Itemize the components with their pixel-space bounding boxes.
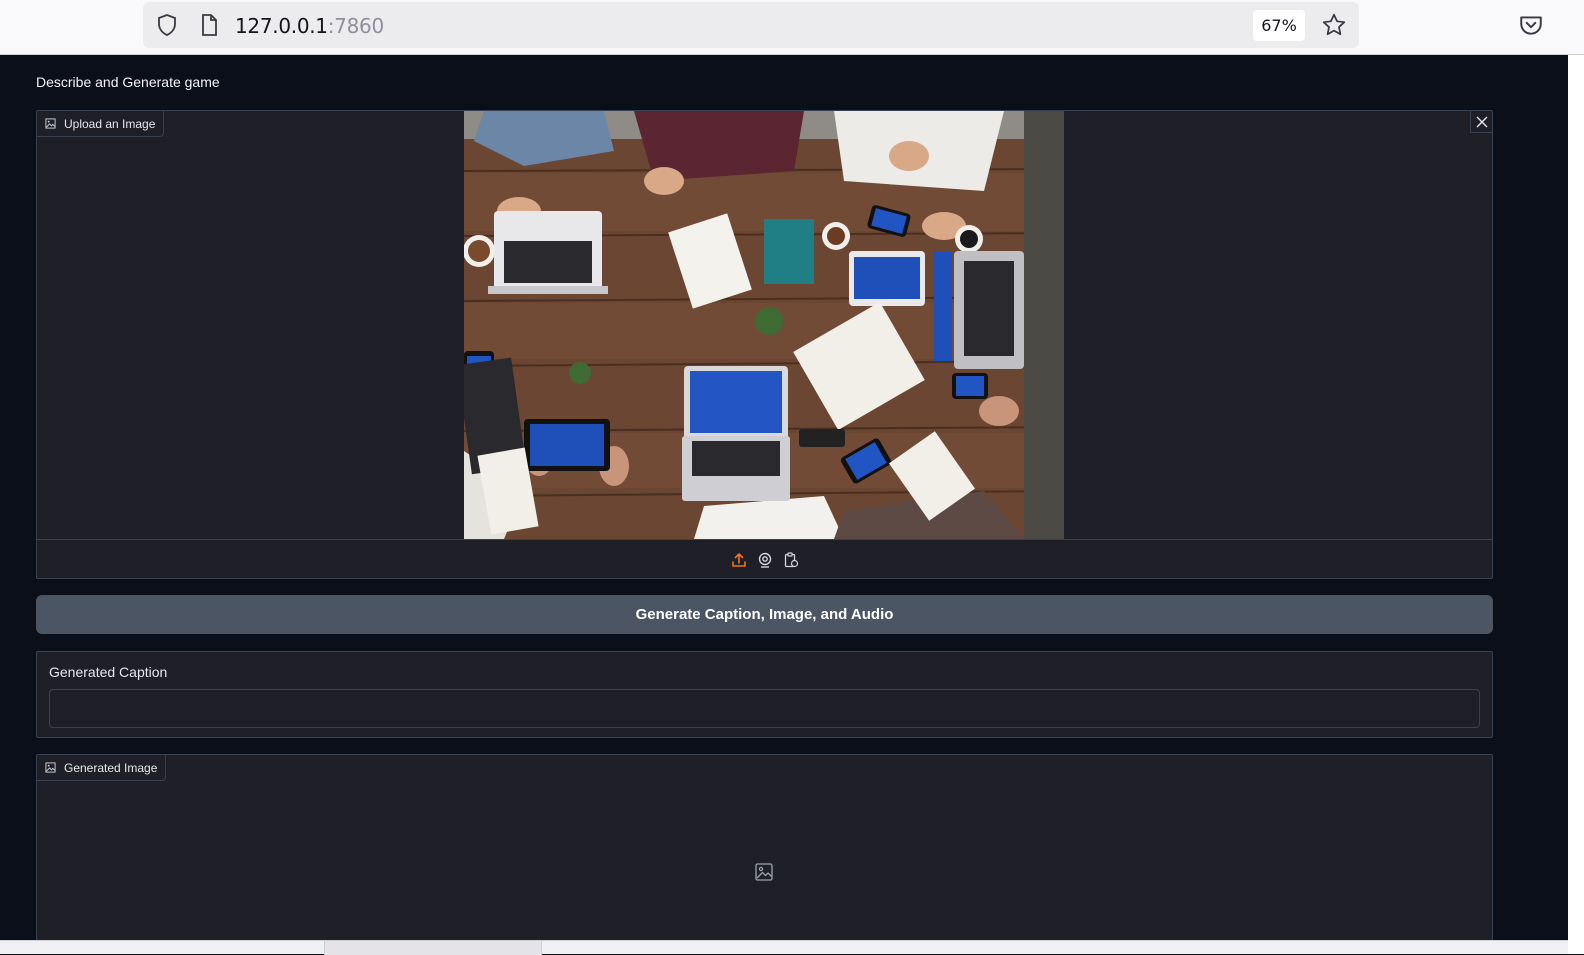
clipboard-icon	[784, 551, 798, 567]
image-source-toolbar	[37, 539, 1492, 579]
page-content: Describe and Generate game Upload an Ima…	[0, 55, 1568, 954]
upload-image-panel[interactable]: Upload an Image	[36, 110, 1493, 579]
image-icon	[45, 118, 56, 129]
page-title: Describe and Generate game	[36, 74, 220, 90]
url-bar[interactable]: 127.0.0.1:7860 67%	[143, 2, 1359, 48]
upload-source-button[interactable]	[731, 552, 747, 568]
clipboard-source-button[interactable]	[783, 551, 799, 568]
caption-textbox[interactable]	[49, 689, 1480, 728]
upload-label: Upload an Image	[64, 116, 156, 131]
zoom-indicator[interactable]: 67%	[1253, 10, 1305, 41]
uploaded-photo	[464, 111, 1064, 539]
generate-button[interactable]: Generate Caption, Image, and Audio	[36, 595, 1493, 634]
scrollbar-gutter	[1568, 55, 1584, 954]
page-icon[interactable]	[197, 13, 221, 37]
image-placeholder-icon	[755, 863, 773, 881]
generated-image-label: Generated Image	[64, 760, 158, 775]
upload-label-chip: Upload an Image	[37, 111, 165, 137]
status-bar	[0, 940, 1568, 955]
browser-toolbar: 127.0.0.1:7860 67%	[0, 0, 1584, 55]
shield-icon[interactable]	[155, 13, 179, 37]
webcam-source-button[interactable]	[757, 552, 773, 568]
url-port: :7860	[327, 14, 384, 38]
pocket-icon[interactable]	[1518, 12, 1544, 38]
close-icon	[1476, 116, 1487, 127]
url-host: 127.0.0.1	[235, 14, 328, 38]
caption-label: Generated Caption	[49, 664, 168, 680]
image-icon	[45, 762, 56, 773]
generated-image-label-chip: Generated Image	[37, 755, 167, 781]
generated-caption-panel: Generated Caption	[36, 651, 1493, 738]
star-icon[interactable]	[1321, 12, 1347, 38]
clear-image-button[interactable]	[1470, 111, 1492, 133]
status-bar-segment	[324, 941, 542, 955]
webcam-icon	[758, 552, 771, 568]
generated-image-panel: Generated Image	[36, 754, 1493, 954]
url-text[interactable]: 127.0.0.1:7860	[235, 14, 384, 38]
upload-icon	[731, 552, 746, 567]
